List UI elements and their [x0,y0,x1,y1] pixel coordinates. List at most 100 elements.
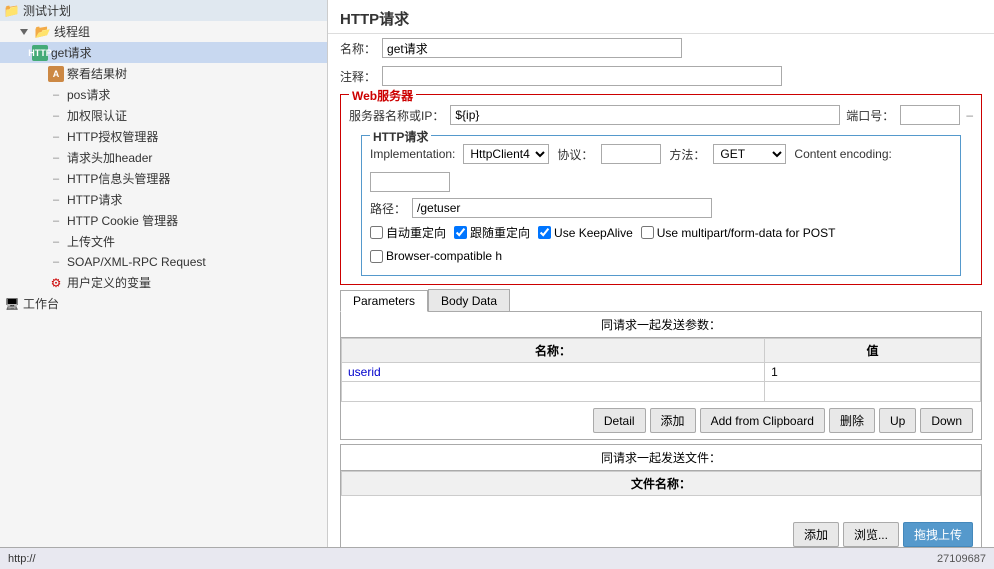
comment-input[interactable] [382,66,782,86]
name-label: 名称： [340,40,376,57]
tree-label-upload: 上传文件 [67,233,115,250]
tree-item-http-request2[interactable]: – HTTP请求 [0,189,327,210]
multipart-checkbox[interactable]: Use multipart/form-data for POST [641,226,836,240]
multipart-label: Use multipart/form-data for POST [657,226,836,240]
tree-item-http-manager[interactable]: – HTTP授权管理器 [0,126,327,147]
multipart-input[interactable] [641,226,654,239]
path-row: 路径： [370,198,952,218]
name-input[interactable] [382,38,682,58]
protocol-input[interactable] [601,144,661,164]
web-server-section: Web服务器 服务器名称或IP： 端口号： – HTTP请求 Implement… [340,94,982,285]
tree-label-soap: SOAP/XML-RPC Request [67,255,206,269]
status-bar: http:// 27109687 [0,547,994,569]
table-row: userid 1 [342,363,981,382]
tree-item-test-plan[interactable]: 📁 测试计划 [0,0,327,21]
follow-redirect-input[interactable] [454,226,467,239]
tree-label-test-plan: 测试计划 [23,2,71,19]
item-icon: – [48,129,64,145]
browser-compat-label: Browser-compatible h [386,249,502,263]
tree-item-soap[interactable]: – SOAP/XML-RPC Request [0,252,327,272]
path-label: 路径： [370,200,406,217]
auto-redirect-input[interactable] [370,226,383,239]
tree-item-upload[interactable]: – 上传文件 [0,231,327,252]
auto-redirect-label: 自动重定向 [386,224,446,241]
item-icon: – [48,150,64,166]
keep-alive-label: Use KeepAlive [554,226,633,240]
folder-icon: 📁 [4,3,20,19]
tree-item-user-vars[interactable]: ⚙ 用户定义的变量 [0,272,327,293]
tree-label-http-request2: HTTP请求 [67,191,122,208]
tree-label-pos: pos请求 [67,86,110,103]
files-header: 同请求一起发送文件： [341,445,981,471]
browser-compat-input[interactable] [370,250,383,263]
col-value-header: 值 [765,339,981,363]
port-label: 端口号： [846,107,894,124]
down-button[interactable]: Down [920,408,973,433]
tree-item-auth[interactable]: – 加权限认证 [0,105,327,126]
add-from-clipboard-button[interactable]: Add from Clipboard [700,408,825,433]
add-button[interactable]: 添加 [650,408,696,433]
tree-item-cookie[interactable]: – HTTP Cookie 管理器 [0,210,327,231]
tree-label-http-manager: HTTP授权管理器 [67,128,158,145]
tree-label-header: 请求头加header [67,149,152,166]
item-icon: – [48,87,64,103]
param-name-cell: userid [342,363,765,382]
arrow-down-icon [16,24,32,40]
http-section-title: HTTP请求 [370,128,431,145]
browser-compat-checkbox[interactable]: Browser-compatible h [370,249,502,263]
impl-select[interactable]: HttpClient4 [463,144,549,164]
server-name-label: 服务器名称或IP： [349,107,444,124]
item-icon: – [48,192,64,208]
params-header: 同请求一起发送参数： [341,312,981,338]
tree-label-workbench: 工作台 [23,295,59,312]
tree-label-get-request: get请求 [51,44,92,61]
checkbox-row: 自动重定向 跟随重定向 Use KeepAlive Use multipart/… [370,224,952,263]
tree-item-header[interactable]: – 请求头加header [0,147,327,168]
files-col-name-header: 文件名称： [342,472,981,496]
delete-button[interactable]: 删除 [829,408,875,433]
tree-item-get-request[interactable]: HTTP get请求 [0,42,327,63]
detail-button[interactable]: Detail [593,408,646,433]
up-button[interactable]: Up [879,408,916,433]
files-section: 同请求一起发送文件： 文件名称： 添加 浏览... 拖拽上传 [340,444,982,554]
tree-item-http-info[interactable]: – HTTP信息头管理器 [0,168,327,189]
tree-item-thread-group[interactable]: 📂 线程组 [0,21,327,42]
server-input[interactable] [450,105,840,125]
method-select[interactable]: GET POST PUT DELETE [713,144,786,164]
follow-redirect-checkbox[interactable]: 跟随重定向 [454,224,530,241]
tree-item-pos-request[interactable]: – pos请求 [0,84,327,105]
port-input[interactable] [900,105,960,125]
protocol-label: 协议： [557,146,593,163]
panel-title: HTTP请求 [328,0,994,34]
left-panel: 📁 测试计划 📂 线程组 HTTP get请求 A 察看结果树 – pos请求 … [0,0,328,569]
table-row-empty [342,382,981,402]
files-upload-button[interactable]: 拖拽上传 [903,522,973,547]
status-count: 27109687 [937,553,986,565]
web-server-title: Web服务器 [349,87,416,104]
tree-item-workbench[interactable]: 🖥 工作台 [0,293,327,314]
params-table: 名称： 值 userid 1 [341,338,981,402]
keep-alive-input[interactable] [538,226,551,239]
tree-label-auth: 加权限认证 [67,107,127,124]
files-browse-button[interactable]: 浏览... [843,522,899,547]
http-icon: HTTP [32,45,48,61]
auto-redirect-checkbox[interactable]: 自动重定向 [370,224,446,241]
content-encoding-input[interactable] [370,172,450,192]
tab-body-data[interactable]: Body Data [428,289,510,311]
user-var-icon: ⚙ [48,275,64,291]
http-inner-section: HTTP请求 Implementation: HttpClient4 协议： 方… [361,135,961,276]
item-icon: – [48,108,64,124]
tree-item-assert-result[interactable]: A 察看结果树 [0,63,327,84]
method-label: 方法： [669,146,705,163]
item-icon: – [48,254,64,270]
tree-label-http-info: HTTP信息头管理器 [67,170,170,187]
files-add-button[interactable]: 添加 [793,522,839,547]
tab-parameters[interactable]: Parameters [340,290,428,312]
assert-icon: A [48,66,64,82]
path-input[interactable] [412,198,712,218]
params-section: 同请求一起发送参数： 名称： 值 userid 1 Detail [340,311,982,440]
dash: – [966,108,973,122]
item-icon: – [48,171,64,187]
folder-open-icon: 📂 [35,24,51,40]
keep-alive-checkbox[interactable]: Use KeepAlive [538,226,633,240]
